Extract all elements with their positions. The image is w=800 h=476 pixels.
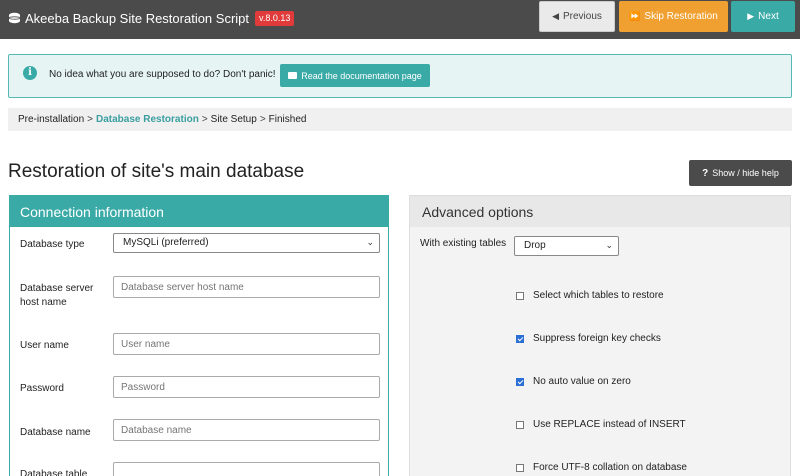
table-prefix-label: Database table — [20, 469, 88, 476]
username-input[interactable] — [113, 333, 380, 355]
page-title: Restoration of site's main database — [8, 161, 305, 182]
read-documentation-button[interactable]: Read the documentation page — [280, 64, 430, 87]
read-documentation-label: Read the documentation page — [301, 70, 422, 81]
info-message: No idea what you are supposed to do? Don… — [49, 69, 276, 80]
dbname-label: Database name — [20, 427, 91, 438]
option-use-replace[interactable]: Use REPLACE instead of INSERT — [516, 419, 686, 430]
connection-panel: Connection information Database type MyS… — [9, 195, 389, 476]
previous-button-label: Previous — [563, 11, 602, 22]
akeeba-logo-icon — [8, 12, 21, 24]
breadcrumb-separator: > — [201, 114, 208, 125]
chevron-down-icon: ⌄ — [605, 240, 613, 250]
existing-tables-label: With existing tables — [420, 238, 507, 249]
option-label: Suppress foreign key checks — [533, 333, 661, 344]
existing-tables-value: Drop — [524, 240, 546, 251]
breadcrumb-item-preinstallation: Pre-installation — [18, 114, 85, 125]
breadcrumb: Pre-installation > Database Restoration > Si… — [8, 108, 792, 131]
option-label: Use REPLACE instead of INSERT — [533, 419, 686, 430]
option-no-auto-value-zero[interactable]: No auto value on zero — [516, 376, 631, 387]
chevron-down-icon: ⌄ — [366, 237, 374, 247]
host-input[interactable] — [113, 276, 380, 298]
breadcrumb-separator: > — [259, 114, 266, 125]
advanced-options-panel: Advanced options With existing tables Dr… — [409, 195, 791, 476]
arrow-right-icon: ▶ — [747, 11, 755, 21]
breadcrumb-item-site-setup: Site Setup — [210, 114, 257, 125]
info-icon: i — [23, 66, 37, 80]
skip-restoration-label: Skip Restoration — [644, 11, 718, 22]
question-icon: ? — [702, 167, 709, 179]
option-label: No auto value on zero — [533, 376, 631, 387]
previous-button[interactable]: ◀ Previous — [539, 1, 615, 32]
checkbox[interactable] — [516, 377, 524, 386]
username-label: User name — [20, 340, 69, 351]
breadcrumb-separator: > — [87, 114, 93, 125]
db-type-label: Database type — [20, 239, 85, 250]
book-icon — [288, 72, 298, 79]
password-label: Password — [20, 383, 64, 394]
existing-tables-select[interactable]: Drop ⌄ — [514, 236, 619, 256]
app-title-text: Akeeba Backup Site Restoration Script — [25, 11, 250, 26]
host-label: Database server host name — [20, 283, 94, 308]
db-type-value: MySQLi (preferred) — [123, 237, 209, 248]
checkbox[interactable] — [516, 420, 524, 429]
password-input[interactable] — [113, 376, 380, 398]
fast-forward-icon: ⏩ — [629, 11, 641, 21]
breadcrumb-item-database-restoration: Database Restoration — [96, 114, 199, 125]
db-type-select[interactable]: MySQLi (preferred) ⌄ — [113, 233, 380, 253]
option-suppress-foreign-keys[interactable]: Suppress foreign key checks — [516, 333, 661, 344]
connection-panel-heading: Connection information — [10, 196, 388, 227]
breadcrumb-item-finished: Finished — [268, 114, 307, 125]
next-button[interactable]: ▶ Next — [731, 1, 795, 32]
next-button-label: Next — [758, 11, 779, 22]
version-badge: v.8.0.13 — [255, 11, 295, 26]
option-label: Force UTF-8 collation on database — [533, 462, 687, 473]
skip-restoration-button[interactable]: ⏩ Skip Restoration — [619, 1, 728, 32]
top-bar: Akeeba Backup Site Restoration Script v.… — [0, 0, 800, 39]
table-prefix-input[interactable] — [113, 462, 380, 476]
dbname-input[interactable] — [113, 419, 380, 441]
checkbox[interactable] — [516, 291, 524, 300]
show-hide-help-label: Show / hide help — [712, 168, 779, 178]
arrow-left-icon: ◀ — [552, 11, 559, 21]
checkbox[interactable] — [516, 463, 524, 472]
advanced-options-heading: Advanced options — [410, 196, 790, 227]
option-label: Select which tables to restore — [533, 290, 664, 301]
option-force-utf8[interactable]: Force UTF-8 collation on database — [516, 462, 687, 473]
show-hide-help-button[interactable]: ? Show / hide help — [689, 160, 792, 186]
app-title: Akeeba Backup Site Restoration Script v.… — [8, 11, 295, 26]
info-box: i No idea what you are supposed to do? D… — [8, 54, 792, 98]
checkbox[interactable] — [516, 334, 524, 343]
option-select-tables[interactable]: Select which tables to restore — [516, 290, 664, 301]
